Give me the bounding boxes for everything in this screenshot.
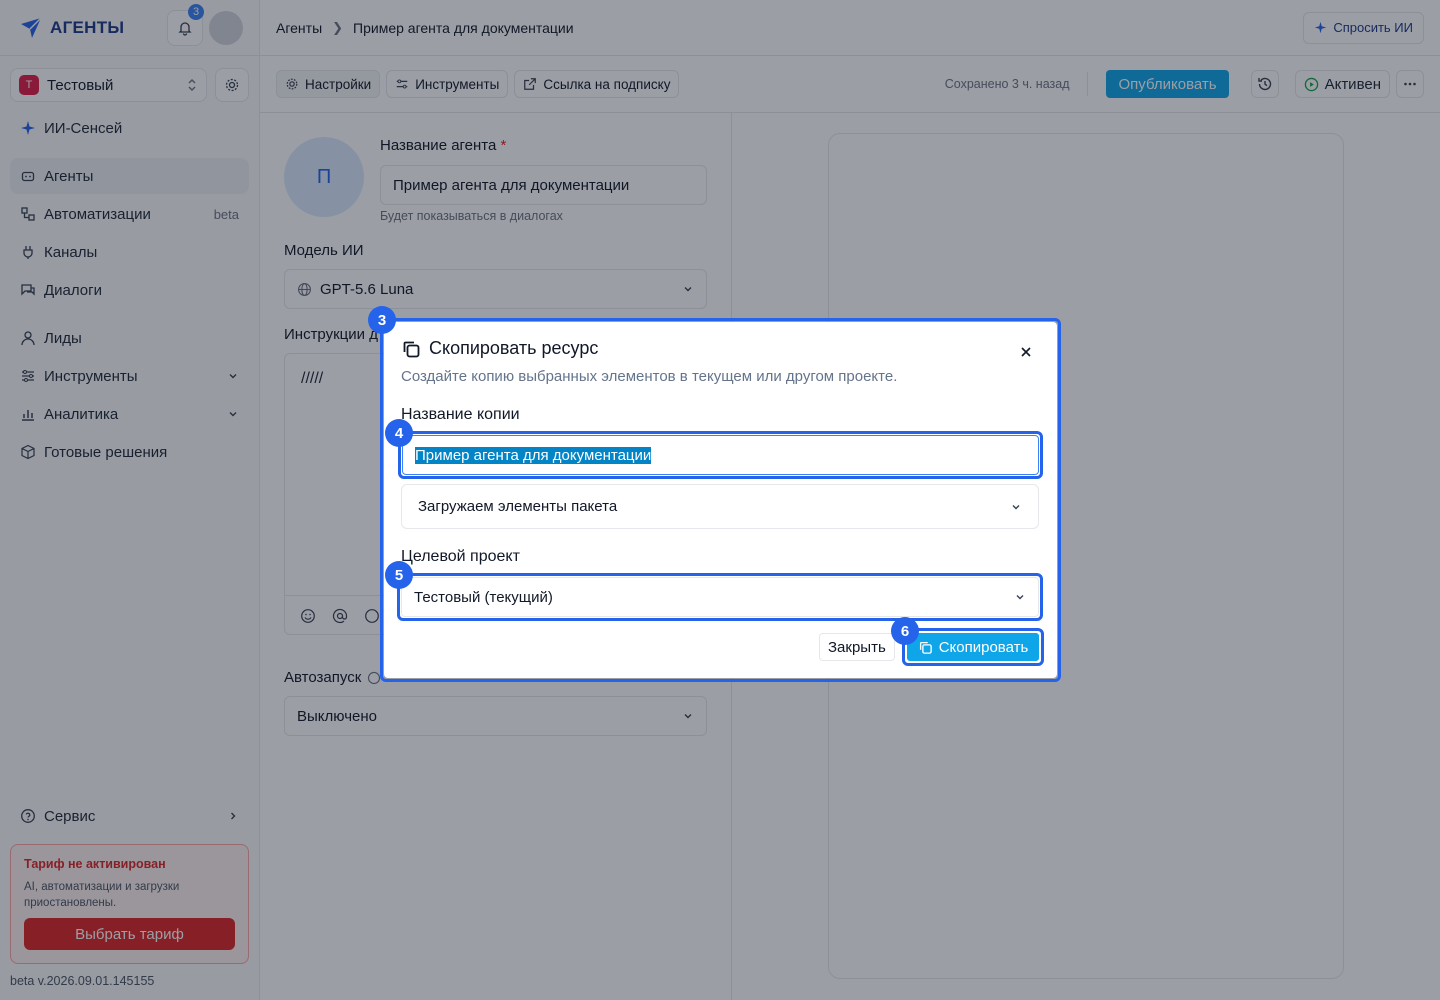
package-items-placeholder: Загружаем элементы пакета — [418, 498, 618, 515]
modal-title: Скопировать ресурс — [429, 338, 599, 358]
copy-button-label: Скопировать — [938, 638, 1029, 656]
modal-subtitle: Создайте копию выбранных элементов в тек… — [401, 368, 898, 385]
copy-button[interactable]: Скопировать — [907, 633, 1039, 661]
package-items-select[interactable]: Загружаем элементы пакета — [401, 484, 1039, 529]
target-project-select[interactable]: Тестовый (текущий) — [401, 577, 1039, 617]
close-button[interactable]: Закрыть — [819, 633, 895, 661]
step-marker-4: 4 — [385, 419, 413, 447]
chevron-down-icon — [1012, 504, 1020, 509]
copy-name-input[interactable]: Пример агента для документации — [402, 435, 1039, 475]
step-marker-6: 6 — [891, 617, 919, 645]
copy-name-value: Пример агента для документации — [415, 446, 652, 464]
copy-name-label: Название копии — [401, 406, 520, 423]
target-project-label: Целевой проект — [401, 548, 520, 565]
step-marker-5: 5 — [385, 561, 413, 589]
copy-icon — [403, 341, 420, 357]
target-project-value: Тестовый (текущий) — [414, 588, 553, 606]
chevron-down-icon — [1016, 595, 1024, 600]
copy-resource-dialog: Скопировать ресурс Создайте копию выбран… — [384, 322, 1057, 678]
close-icon[interactable] — [1014, 340, 1038, 364]
step-marker-3: 3 — [368, 306, 396, 334]
copy-icon — [919, 641, 932, 654]
